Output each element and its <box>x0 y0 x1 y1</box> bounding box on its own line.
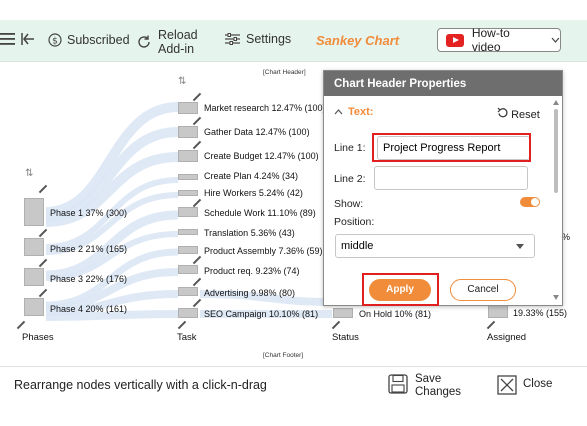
task-node[interactable] <box>178 229 198 235</box>
phase-node[interactable] <box>24 268 44 286</box>
save-changes-label[interactable]: Save Changes <box>415 373 461 399</box>
save-icon <box>388 374 408 394</box>
status-label: On Hold 10% (81) <box>359 309 432 319</box>
task-node[interactable] <box>178 190 198 196</box>
status-node[interactable] <box>333 308 353 318</box>
sort-arrows-icon[interactable]: ⇅ <box>178 76 186 87</box>
howto-label: How-to video <box>471 26 510 54</box>
column-label-status: Status <box>332 332 359 343</box>
save-label-line2: Changes <box>415 386 462 398</box>
text-section-toggle[interactable]: Text: <box>334 106 373 118</box>
close-icon <box>497 375 517 395</box>
settings-button[interactable]: Settings <box>225 32 291 46</box>
task-label: Market research 12.47% (100) <box>204 103 326 113</box>
phase-node[interactable] <box>24 298 44 316</box>
chart-header-caption[interactable]: [Chart Header] <box>263 69 306 76</box>
task-node[interactable] <box>178 126 198 138</box>
task-label: Hire Workers 5.24% (42) <box>204 188 303 198</box>
phase-node[interactable] <box>24 198 44 226</box>
svg-text:$: $ <box>52 37 58 47</box>
task-node[interactable] <box>178 287 198 296</box>
assigned-label: 19.33% (155) <box>513 308 568 318</box>
close-button[interactable] <box>497 375 517 400</box>
dialog-scrollbar[interactable] <box>551 97 561 303</box>
highlight-frame <box>372 133 531 162</box>
menu-icon[interactable] <box>0 32 16 46</box>
assigned-label-partial: % <box>562 232 571 242</box>
line2-input[interactable] <box>374 166 528 190</box>
text-section-label: Text: <box>348 106 374 118</box>
save-label-line1: Save <box>415 373 442 385</box>
phase-label: Phase 1 37% (300) <box>50 208 128 218</box>
show-toggle[interactable] <box>520 197 540 207</box>
reload-label-line1: Reload <box>158 28 198 42</box>
task-label: Advertising 9.98% (80) <box>204 288 296 298</box>
column-label-task: Task <box>177 332 197 343</box>
phase-label: Phase 3 22% (176) <box>50 274 128 284</box>
task-node[interactable] <box>178 308 198 318</box>
reload-icon <box>138 35 150 48</box>
cancel-button[interactable]: Cancel <box>450 279 516 301</box>
task-node[interactable] <box>178 207 198 217</box>
task-label: Schedule Work 11.10% (89) <box>204 208 316 218</box>
position-value: middle <box>341 240 374 252</box>
task-label: Gather Data 12.47% (100) <box>204 127 310 137</box>
show-label: Show: <box>334 198 364 210</box>
chart-header-properties-dialog: Chart Header Properties Text: Reset Line… <box>323 70 563 306</box>
save-changes-button[interactable] <box>388 374 408 399</box>
line2-label: Line 2: <box>334 173 366 185</box>
back-icon[interactable] <box>20 31 36 47</box>
sort-arrows-icon[interactable]: ⇅ <box>25 168 33 179</box>
chevron-down-icon <box>551 37 560 43</box>
column-label-phases: Phases <box>22 332 54 343</box>
drag-hint: Rearrange nodes vertically with a click-… <box>14 378 267 392</box>
youtube-icon <box>446 33 464 47</box>
dialog-title: Chart Header Properties <box>324 71 562 96</box>
phase-label: Phase 2 21% (165) <box>50 244 128 254</box>
subscribed-button[interactable]: $ Subscribed <box>48 33 130 47</box>
chevron-up-icon <box>334 109 343 115</box>
task-node[interactable] <box>178 246 198 254</box>
close-label[interactable]: Close <box>523 378 552 390</box>
undo-icon <box>497 107 508 118</box>
subscribed-label: Subscribed <box>67 33 130 47</box>
flow-link <box>45 310 179 321</box>
task-label: Create Plan 4.24% (34) <box>204 171 299 181</box>
highlight-frame <box>362 273 439 306</box>
task-label: SEO Campaign 10.10% (81) <box>204 309 319 319</box>
position-select[interactable]: middle <box>335 234 535 258</box>
reset-button[interactable]: Reset <box>497 107 540 121</box>
line1-label: Line 1: <box>334 142 366 154</box>
dollar-icon: $ <box>48 33 62 47</box>
task-label: Product Assembly 7.36% (59) <box>204 246 323 256</box>
reset-label: Reset <box>511 109 540 121</box>
howto-video-dropdown[interactable]: How-to video <box>437 26 561 54</box>
task-node[interactable] <box>178 102 198 114</box>
position-label: Position: <box>334 216 375 228</box>
task-label: Product req. 9.23% (74) <box>204 266 300 276</box>
phase-label: Phase 4 20% (161) <box>50 304 128 314</box>
chart-footer-caption[interactable]: [Chart Footer] <box>263 352 303 359</box>
app-root: $ Subscribed Reload Add-in Settings Sank… <box>0 0 587 426</box>
app-title: Sankey Chart <box>316 33 400 48</box>
task-node[interactable] <box>178 174 198 180</box>
reload-addin-button[interactable]: Reload Add-in <box>136 28 198 56</box>
column-label-assigned: Assigned <box>487 332 527 343</box>
settings-label: Settings <box>246 32 292 46</box>
task-label: Translation 5.36% (43) <box>204 228 295 238</box>
caret-down-icon <box>516 244 524 249</box>
phase-node[interactable] <box>24 238 44 256</box>
task-node[interactable] <box>178 150 198 162</box>
sliders-icon <box>225 33 240 45</box>
reload-label-line2: Add-in <box>158 42 195 56</box>
task-node[interactable] <box>178 265 198 274</box>
task-label: Create Budget 12.47% (100) <box>204 151 319 161</box>
